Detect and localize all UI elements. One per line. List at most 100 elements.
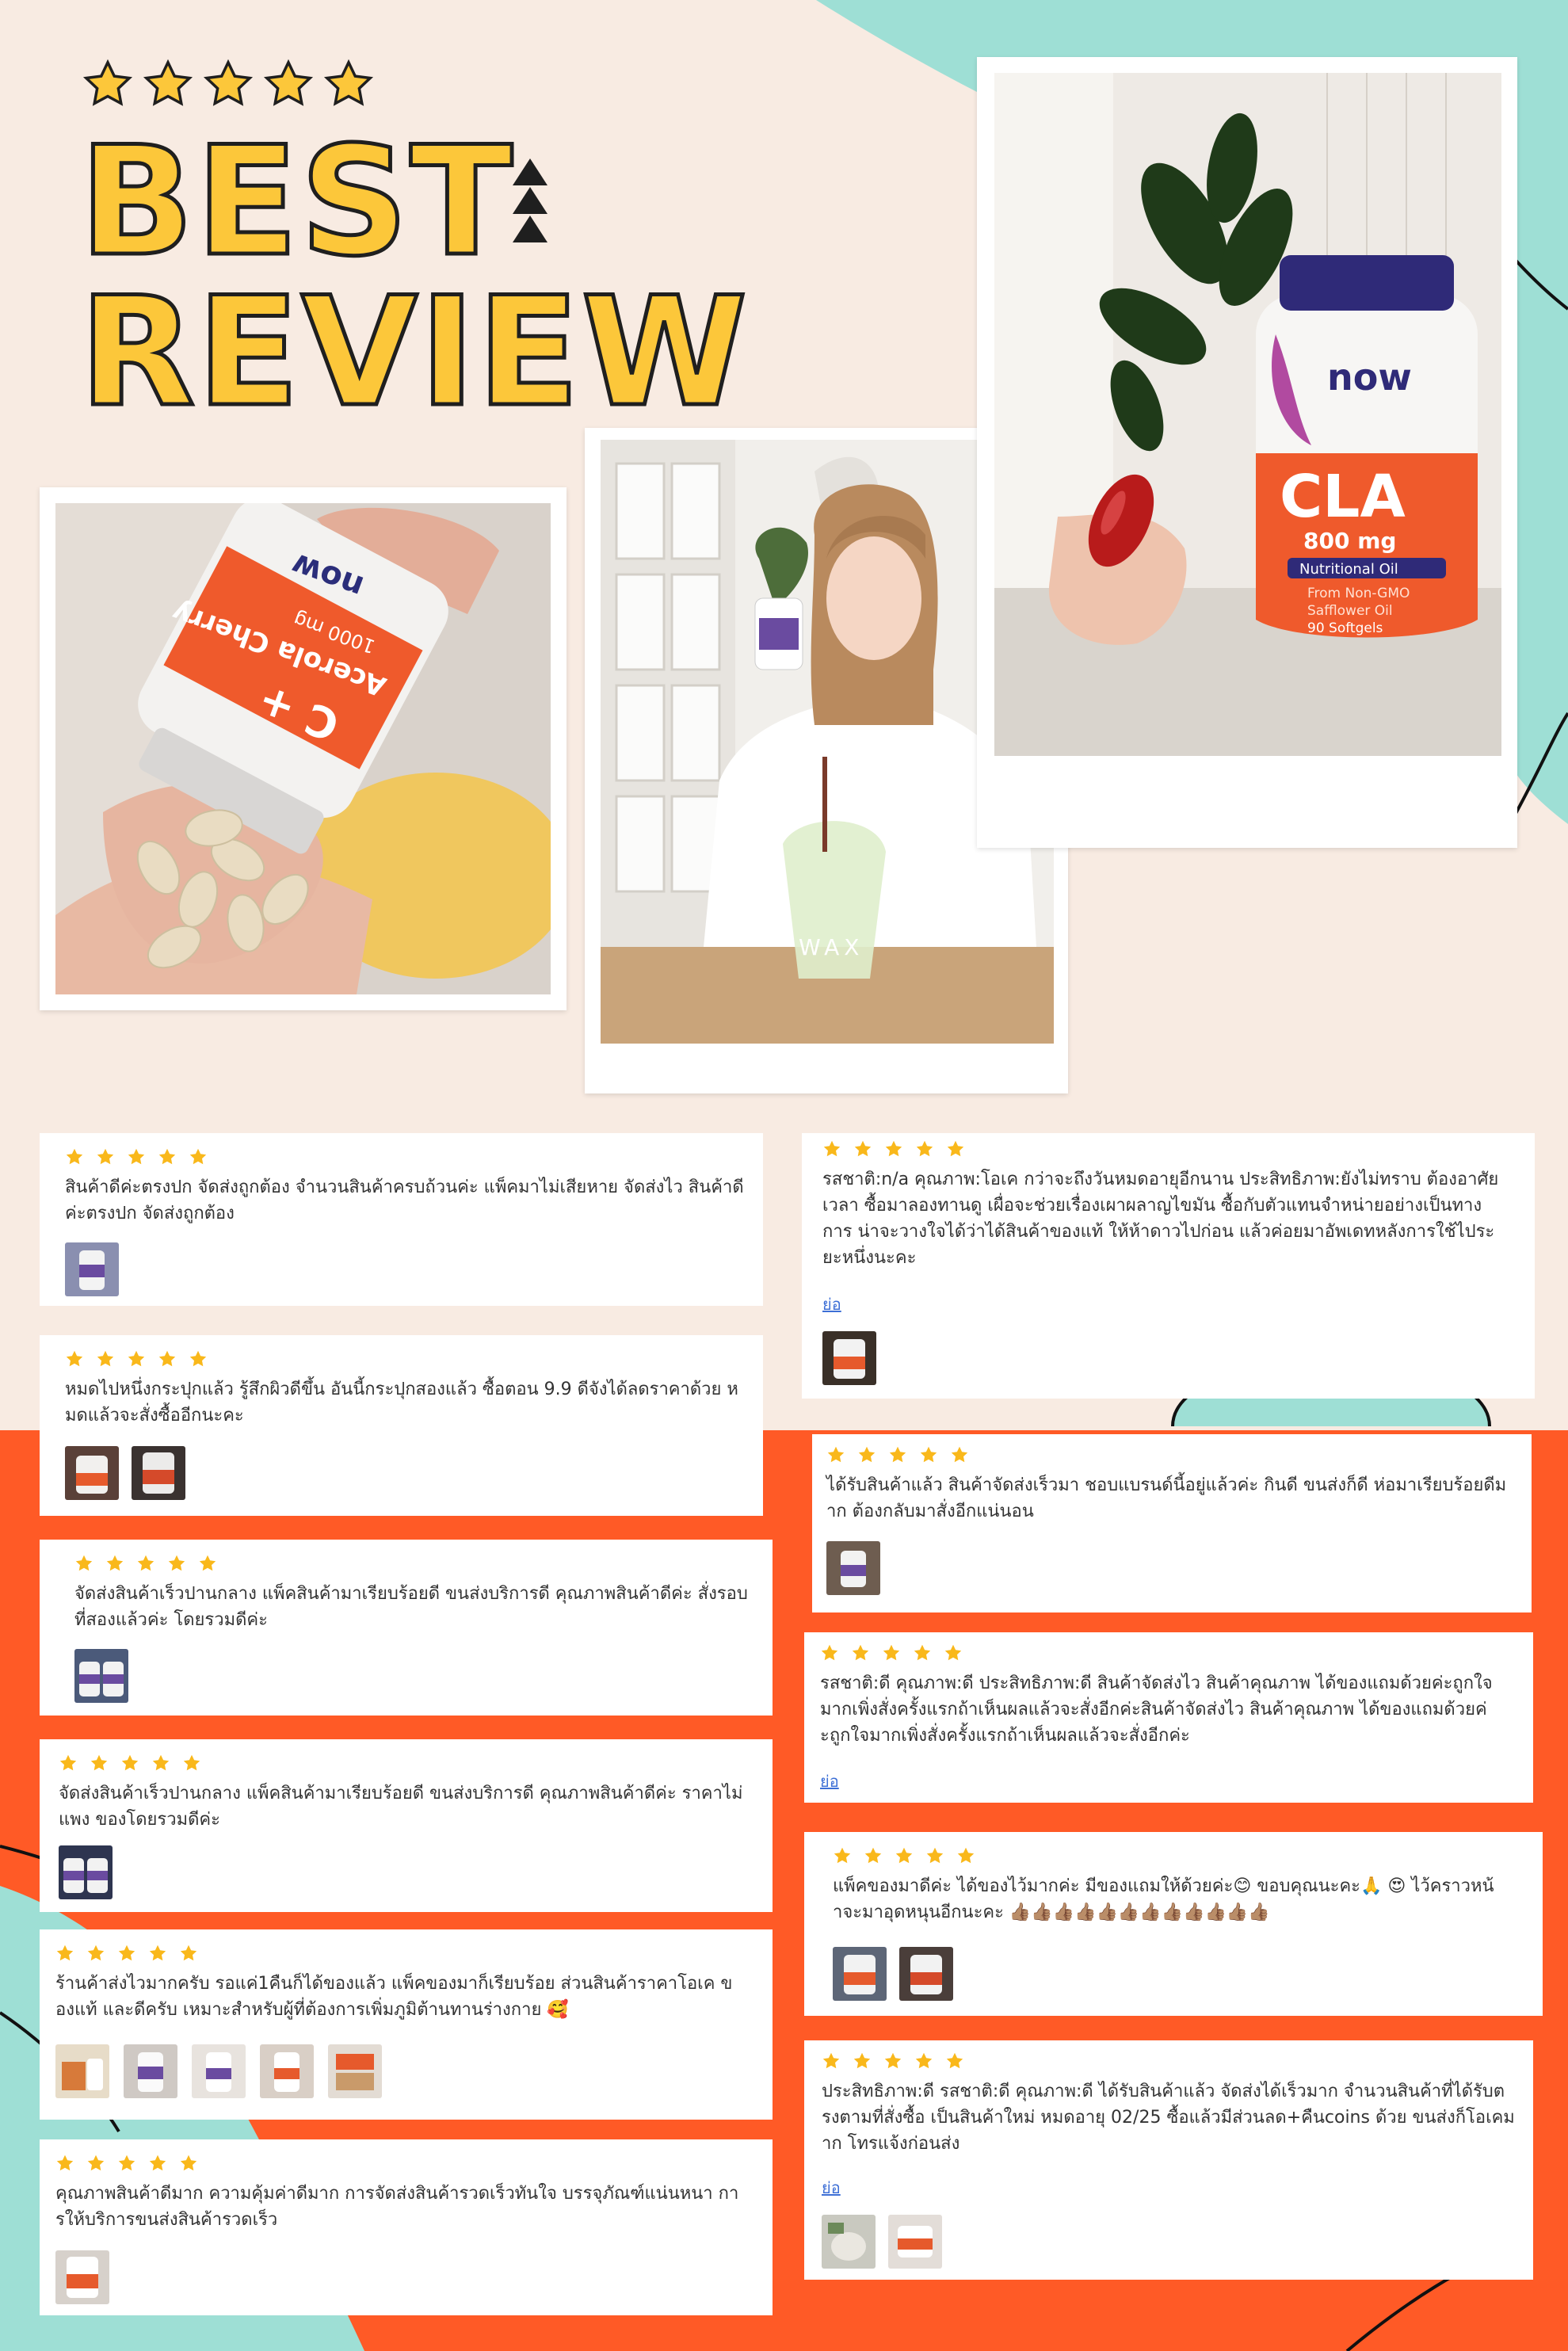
star-icon xyxy=(158,1147,177,1166)
star-icon xyxy=(263,59,314,106)
star-icon xyxy=(105,1554,124,1573)
star-icon xyxy=(915,1139,934,1158)
review-card: จัดส่งสินค้าเร็วปานกลาง แพ็คสินค้ามาเรีย… xyxy=(40,1739,773,1912)
review-text: รสชาติ:n/a คุณภาพ:โอเค กว่าจะถึงวันหมดอา… xyxy=(822,1170,1499,1268)
cla-label-count: 90 Softgels xyxy=(1307,620,1383,636)
cla-bottle-photo: now CLA 800 mg Nutritional Oil From Non-… xyxy=(994,73,1501,756)
star-icon xyxy=(884,1139,903,1158)
collapse-link[interactable]: ย่อ xyxy=(820,1769,839,1794)
star-icon xyxy=(944,1643,963,1662)
rating-stars xyxy=(65,1147,208,1166)
star-icon xyxy=(857,1445,876,1464)
star-icon xyxy=(895,1846,914,1865)
star-icon xyxy=(945,2051,964,2070)
review-card: แพ็คของมาดีค่ะ ได้ของไว้มากค่ะ มีของแถมใ… xyxy=(804,1832,1543,2016)
star-icon xyxy=(914,2051,933,2070)
review-photo-thumb[interactable] xyxy=(65,1242,119,1296)
star-icon xyxy=(851,1643,870,1662)
triangle-arrows-icon xyxy=(513,158,547,242)
review-photo-thumb[interactable] xyxy=(328,2044,382,2098)
star-icon xyxy=(65,1147,84,1166)
rating-stars xyxy=(822,2051,964,2070)
review-photos xyxy=(55,2250,109,2304)
star-icon xyxy=(913,1643,932,1662)
review-text: รสชาติ:ดี คุณภาพ:ดี ประสิทธิภาพ:ดี สินค้… xyxy=(820,1674,1493,1746)
review-card: ร้านค้าส่งไวมากครับ รอแค่1คืนก็ได้ของแล้… xyxy=(40,1929,773,2120)
review-photo-thumb[interactable] xyxy=(59,1845,113,1899)
rating-stars xyxy=(55,1944,198,1963)
star-icon xyxy=(864,1846,883,1865)
star-icon xyxy=(822,2051,841,2070)
review-photo-thumb[interactable] xyxy=(55,2250,109,2304)
cla-label-source: From Non-GMO xyxy=(1307,586,1410,601)
review-photo-thumb[interactable] xyxy=(74,1649,128,1703)
star-icon xyxy=(158,1349,177,1368)
review-text: ประสิทธิภาพ:ดี รสชาติ:ดี คุณภาพ:ดี ได้รั… xyxy=(822,2082,1515,2154)
star-icon xyxy=(127,1147,146,1166)
review-text: ได้รับสินค้าแล้ว สินค้าจัดส่งเร็วมา ชอบแ… xyxy=(826,1475,1507,1521)
star-icon xyxy=(826,1445,845,1464)
star-icon xyxy=(74,1554,93,1573)
star-icon xyxy=(143,59,193,106)
headline-best: BEST xyxy=(77,114,515,289)
review-text: แพ็คของมาดีค่ะ ได้ของไว้มากค่ะ มีของแถมใ… xyxy=(833,1876,1494,1922)
review-card: หมดไปหนึ่งกระปุกแล้ว รู้สึกผิวดีขึ้น อัน… xyxy=(40,1335,763,1516)
rating-stars xyxy=(822,1139,965,1158)
review-text: สินค้าดีค่ะตรงปก จัดส่งถูกต้อง จำนวนสินค… xyxy=(65,1177,744,1223)
star-icon xyxy=(167,1554,186,1573)
review-photo-thumb[interactable] xyxy=(260,2044,314,2098)
photo-card-cla: now CLA 800 mg Nutritional Oil From Non-… xyxy=(977,57,1517,848)
star-icon xyxy=(55,1944,74,1963)
star-icon xyxy=(820,1643,839,1662)
cla-label-dose: 800 mg xyxy=(1303,528,1396,554)
star-icon xyxy=(203,59,254,106)
star-icon xyxy=(179,1944,198,1963)
star-icon xyxy=(888,1445,907,1464)
rating-stars xyxy=(55,2154,198,2173)
star-icon xyxy=(833,1846,852,1865)
rating-stars xyxy=(820,1643,963,1662)
review-photo-thumb[interactable] xyxy=(888,2215,942,2269)
review-photo-thumb[interactable] xyxy=(132,1446,185,1500)
star-icon xyxy=(59,1754,78,1773)
review-photos xyxy=(65,1242,119,1296)
review-photo-thumb[interactable] xyxy=(833,1947,887,2001)
cla-label-brand: now xyxy=(1327,356,1412,399)
star-icon xyxy=(55,2154,74,2173)
star-icon xyxy=(189,1349,208,1368)
review-photos xyxy=(833,1947,953,2001)
review-photo-thumb[interactable] xyxy=(65,1446,119,1500)
star-icon xyxy=(151,1754,170,1773)
review-photo-thumb[interactable] xyxy=(192,2044,246,2098)
review-photo-thumb[interactable] xyxy=(822,1331,876,1385)
star-icon xyxy=(136,1554,155,1573)
review-text: หมดไปหนึ่งกระปุกแล้ว รู้สึกผิวดีขึ้น อัน… xyxy=(65,1380,738,1425)
acerola-bottle-photo: C + Acerola Cherry 1000 mg now xyxy=(55,503,551,994)
star-icon xyxy=(919,1445,938,1464)
rating-stars xyxy=(74,1554,217,1573)
review-photo-thumb[interactable] xyxy=(899,1947,953,2001)
collapse-link[interactable]: ย่อ xyxy=(822,1292,841,1317)
review-photos xyxy=(826,1541,880,1595)
star-icon xyxy=(182,1754,201,1773)
review-photo-thumb[interactable] xyxy=(826,1541,880,1595)
review-photo-thumb[interactable] xyxy=(124,2044,177,2098)
photo-card-acerola: C + Acerola Cherry 1000 mg now xyxy=(40,487,567,1010)
star-icon xyxy=(148,1944,167,1963)
star-icon xyxy=(117,2154,136,2173)
header-rating-stars xyxy=(82,59,374,109)
review-photo-thumb[interactable] xyxy=(55,2044,109,2098)
star-icon xyxy=(925,1846,944,1865)
review-photo-thumb[interactable] xyxy=(822,2215,876,2269)
rating-stars xyxy=(59,1754,201,1773)
star-icon xyxy=(956,1846,975,1865)
star-icon xyxy=(946,1139,965,1158)
star-icon xyxy=(853,2051,872,2070)
star-icon xyxy=(822,1139,841,1158)
star-icon xyxy=(189,1147,208,1166)
review-text: จัดส่งสินค้าเร็วปานกลาง แพ็คสินค้ามาเรีย… xyxy=(59,1784,743,1830)
star-icon xyxy=(96,1147,115,1166)
review-card: ประสิทธิภาพ:ดี รสชาติ:ดี คุณภาพ:ดี ได้รั… xyxy=(804,2040,1533,2280)
collapse-link[interactable]: ย่อ xyxy=(822,2175,841,2200)
star-icon xyxy=(96,1349,115,1368)
